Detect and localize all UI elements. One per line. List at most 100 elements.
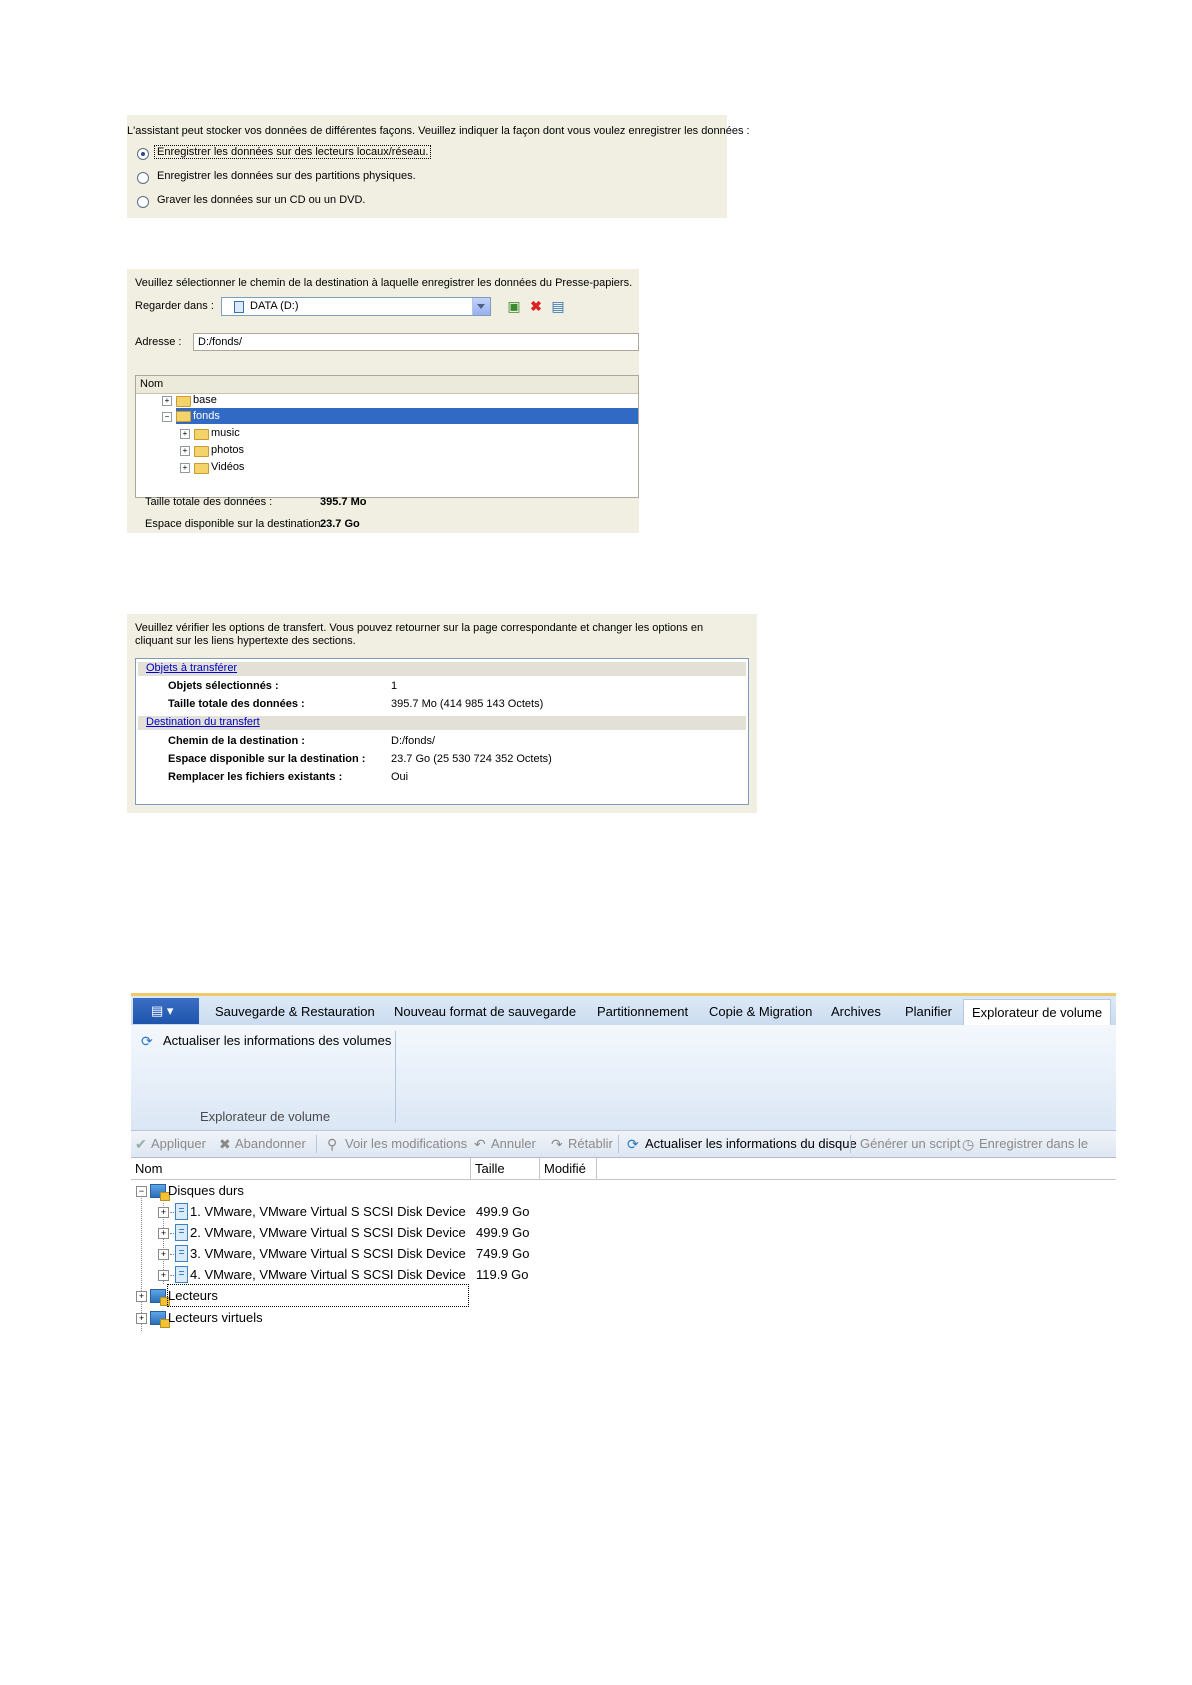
menu-icon: ▤ ▾ bbox=[151, 1003, 174, 1018]
tab-backup-restore[interactable]: Sauvegarde & Restauration bbox=[215, 999, 375, 1025]
radio-physical-partitions[interactable] bbox=[137, 172, 149, 184]
check-icon: ✔ bbox=[135, 1136, 147, 1152]
section-link-destination[interactable]: Destination du transfert bbox=[146, 716, 260, 728]
look-in-label: Regarder dans : bbox=[135, 300, 214, 312]
expand-icon[interactable]: + bbox=[158, 1207, 169, 1218]
save-to-button[interactable]: Enregistrer dans le bbox=[979, 1136, 1088, 1151]
tree-item-videos[interactable]: Vidéos bbox=[211, 461, 244, 473]
discard-icon: ✖ bbox=[219, 1136, 231, 1152]
tree-item-base[interactable]: base bbox=[193, 394, 217, 406]
magnifier-icon: ⚲ bbox=[327, 1136, 338, 1152]
option-cd-dvd-label[interactable]: Graver les données sur un CD ou un DVD. bbox=[157, 194, 366, 206]
summary-label: Chemin de la destination : bbox=[168, 735, 305, 747]
collapse-icon[interactable]: − bbox=[136, 1186, 147, 1197]
tree-item-hard-disks[interactable]: Disques durs bbox=[168, 1180, 244, 1201]
column-header-name[interactable]: Nom bbox=[136, 376, 638, 394]
folder-tree[interactable]: Nom + base − fonds + music + photos + Vi… bbox=[135, 375, 639, 498]
expand-icon[interactable]: + bbox=[136, 1291, 147, 1302]
disk-icon bbox=[175, 1266, 188, 1283]
tab-copy-migration[interactable]: Copie & Migration bbox=[709, 999, 812, 1025]
hard-disks-icon bbox=[150, 1184, 170, 1201]
column-header-name[interactable]: Nom bbox=[131, 1158, 471, 1179]
delete-icon[interactable]: ✖ bbox=[529, 299, 543, 313]
look-in-value: DATA (D:) bbox=[250, 300, 299, 312]
new-folder-icon[interactable]: ▣ bbox=[507, 299, 521, 313]
summary-value: 23.7 Go (25 530 724 352 Octets) bbox=[391, 753, 552, 765]
app-menu-button[interactable]: ▤ ▾ bbox=[133, 998, 199, 1024]
virtual-drives-icon bbox=[150, 1311, 170, 1328]
option-local-network-label[interactable]: Enregistrer les données sur des lecteurs… bbox=[153, 145, 432, 159]
transfer-prompt: Veuillez vérifier les options de transfe… bbox=[135, 622, 704, 647]
tab-schedule[interactable]: Planifier bbox=[905, 999, 952, 1025]
folder-icon bbox=[194, 446, 209, 457]
tree-item-drives[interactable]: Lecteurs bbox=[167, 1284, 469, 1307]
tree-item-disk-3[interactable]: 3. VMware, VMware Virtual S SCSI Disk De… bbox=[190, 1243, 466, 1264]
storage-method-panel: L'assistant peut stocker vos données de … bbox=[127, 115, 750, 218]
generate-script-button[interactable]: Générer un script bbox=[860, 1136, 960, 1151]
tab-new-backup-format[interactable]: Nouveau format de sauvegarde bbox=[394, 999, 576, 1025]
view-changes-button[interactable]: Voir les modifications bbox=[345, 1136, 467, 1151]
redo-icon: ↷ bbox=[551, 1136, 563, 1152]
tree-item-music[interactable]: music bbox=[211, 427, 240, 439]
refresh-icon[interactable]: ⟳ bbox=[141, 1033, 153, 1049]
free-space-value: 23.7 Go bbox=[320, 518, 360, 530]
section-link-objects[interactable]: Objets à transférer bbox=[146, 662, 237, 674]
drive-icon bbox=[234, 301, 244, 313]
radio-local-network[interactable] bbox=[137, 148, 149, 160]
ribbon-group-label: Explorateur de volume bbox=[200, 1109, 331, 1124]
collapse-icon[interactable]: − bbox=[162, 412, 172, 422]
column-header-modified[interactable]: Modifié bbox=[540, 1158, 597, 1179]
expand-icon[interactable]: + bbox=[180, 429, 190, 439]
tab-volume-explorer[interactable]: Explorateur de volume bbox=[963, 999, 1112, 1026]
tree-item-disk-4[interactable]: 4. VMware, VMware Virtual S SCSI Disk De… bbox=[190, 1264, 466, 1285]
expand-icon[interactable]: + bbox=[158, 1270, 169, 1281]
summary-value: 1 bbox=[391, 680, 398, 692]
destination-prompt: Veuillez sélectionner le chemin de la de… bbox=[135, 277, 633, 289]
expand-icon[interactable]: + bbox=[158, 1228, 169, 1239]
disk-size: 749.9 Go bbox=[476, 1246, 530, 1261]
summary-label: Objets sélectionnés : bbox=[168, 680, 279, 692]
apply-button[interactable]: Appliquer bbox=[151, 1136, 206, 1151]
undo-button[interactable]: Annuler bbox=[491, 1136, 536, 1151]
look-in-dropdown[interactable]: DATA (D:) bbox=[221, 297, 491, 316]
tree-item-fonds[interactable]: fonds bbox=[193, 410, 220, 422]
tab-partitioning[interactable]: Partitionnement bbox=[597, 999, 688, 1025]
disk-size: 119.9 Go bbox=[476, 1267, 529, 1282]
drives-icon bbox=[150, 1289, 170, 1306]
summary-label: Remplacer les fichiers existants : bbox=[168, 771, 343, 783]
address-field[interactable]: D:/fonds/ bbox=[193, 333, 639, 351]
ribbon-tab-bar: ▤ ▾ Sauvegarde & Restauration Nouveau fo… bbox=[131, 993, 1116, 1026]
column-header-size[interactable]: Taille bbox=[471, 1158, 540, 1179]
redo-button[interactable]: Rétablir bbox=[568, 1136, 613, 1151]
radio-cd-dvd[interactable] bbox=[137, 196, 149, 208]
free-space-label: Espace disponible sur la destination : bbox=[145, 518, 327, 530]
tree-item-disk-2[interactable]: 2. VMware, VMware Virtual S SCSI Disk De… bbox=[190, 1222, 466, 1243]
disk-icon bbox=[175, 1203, 188, 1220]
tree-item-virtual-drives[interactable]: Lecteurs virtuels bbox=[168, 1307, 263, 1328]
network-drive-icon[interactable]: ▤ bbox=[551, 299, 565, 313]
chevron-down-icon[interactable] bbox=[472, 298, 490, 315]
tab-archives[interactable]: Archives bbox=[831, 999, 881, 1025]
summary-value: D:/fonds/ bbox=[391, 735, 436, 747]
expand-icon[interactable]: + bbox=[158, 1249, 169, 1260]
expand-icon[interactable]: + bbox=[136, 1313, 147, 1324]
expand-icon[interactable]: + bbox=[180, 463, 190, 473]
tree-item-photos[interactable]: photos bbox=[211, 444, 244, 456]
summary-value: 395.7 Mo (414 985 143 Octets) bbox=[391, 698, 544, 710]
discard-button[interactable]: Abandonner bbox=[235, 1136, 306, 1151]
tree-item-disk-1[interactable]: 1. VMware, VMware Virtual S SCSI Disk De… bbox=[190, 1201, 466, 1222]
list-header: Nom Taille Modifié bbox=[131, 1158, 1116, 1180]
refresh-disk-button[interactable]: Actualiser les informations du disque bbox=[645, 1136, 857, 1151]
folder-icon bbox=[194, 463, 209, 474]
expand-icon[interactable]: + bbox=[162, 396, 172, 406]
expand-icon[interactable]: + bbox=[180, 446, 190, 456]
toolbar: ✔ Appliquer ✖ Abandonner ⚲ Voir les modi… bbox=[131, 1131, 1116, 1158]
clock-icon: ◷ bbox=[962, 1136, 975, 1152]
summary-value: Oui bbox=[391, 771, 409, 783]
volume-explorer-window: ▤ ▾ Sauvegarde & Restauration Nouveau fo… bbox=[131, 993, 1116, 1354]
option-physical-partitions-label[interactable]: Enregistrer les données sur des partitio… bbox=[157, 170, 416, 182]
selection-highlight bbox=[176, 408, 638, 424]
refresh-volumes-button[interactable]: Actualiser les informations des volumes bbox=[163, 1033, 391, 1048]
disk-size: 499.9 Go bbox=[476, 1225, 530, 1240]
address-value: D:/fonds/ bbox=[198, 336, 243, 348]
